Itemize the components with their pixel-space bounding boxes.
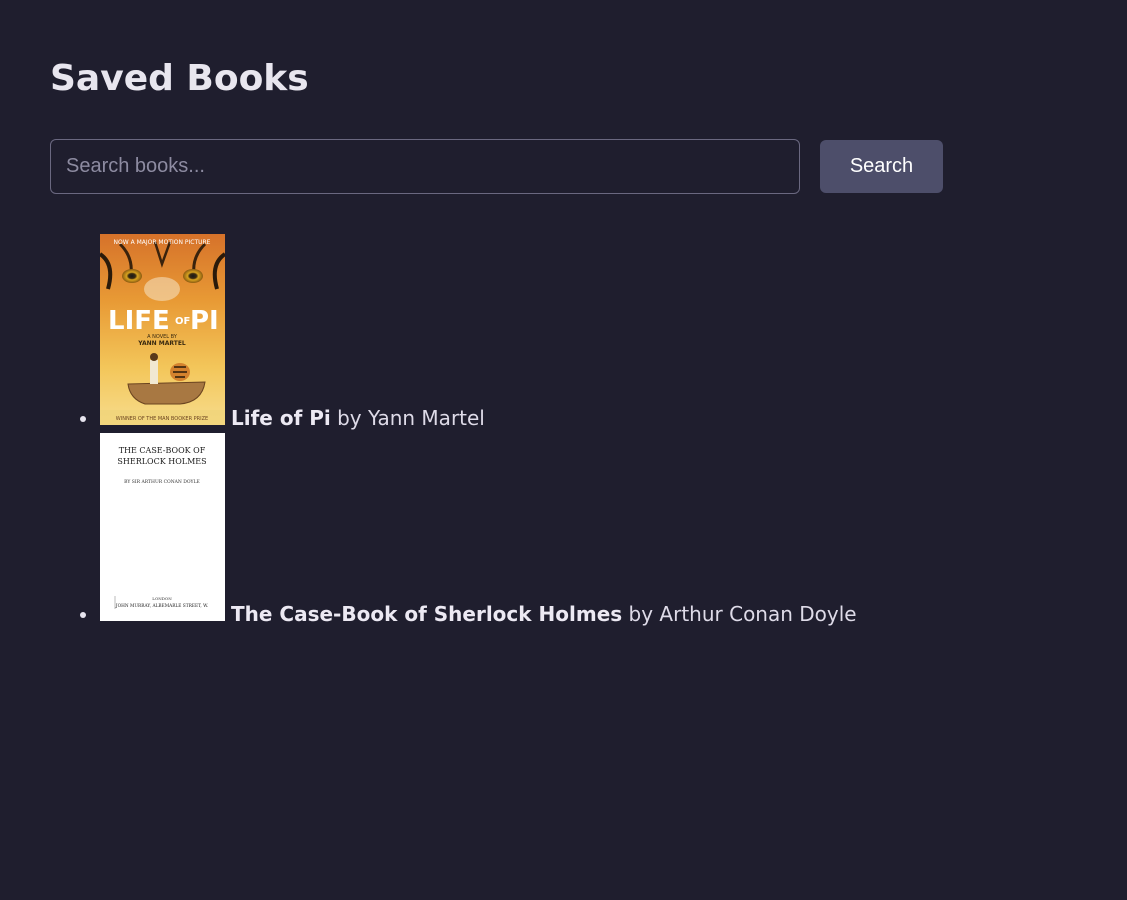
book-by-label: by [337,406,362,430]
svg-text:OF: OF [175,316,190,327]
svg-text:BY SIR ARTHUR CONAN DOYLE: BY SIR ARTHUR CONAN DOYLE [124,479,200,485]
book-author: Yann Martel [368,406,485,430]
svg-text:NOW A MAJOR MOTION PICTURE: NOW A MAJOR MOTION PICTURE [114,239,211,246]
svg-text:JOHN MURRAY, ALBEMARLE STREET,: JOHN MURRAY, ALBEMARLE STREET, W. [115,604,208,609]
list-item: NOW A MAJOR MOTION PICTURE LIFE OF PI A … [80,234,857,428]
book-title-link[interactable]: The Case-Book of Sherlock Holmes [231,602,622,626]
svg-text:WINNER OF THE MAN BOOKER PRIZE: WINNER OF THE MAN BOOKER PRIZE [116,416,208,422]
book-info: Life of Pi by Yann Martel [231,408,485,428]
tiger-eye-icon [183,269,203,283]
book-title-link[interactable]: Life of Pi [231,406,331,430]
page-title: Saved Books [50,58,309,99]
book-cover-life-of-pi[interactable]: NOW A MAJOR MOTION PICTURE LIFE OF PI A … [100,234,225,425]
search-input[interactable] [50,139,800,194]
book-cover-sherlock-holmes[interactable]: THE CASE-BOOK OF SHERLOCK HOLMES BY SIR … [100,433,225,621]
list-item: THE CASE-BOOK OF SHERLOCK HOLMES BY SIR … [80,433,857,624]
tiger-eye-icon [122,269,142,283]
svg-text:YANN MARTEL: YANN MARTEL [137,340,186,347]
book-info: The Case-Book of Sherlock Holmes by Arth… [231,604,857,624]
boat-icon [127,381,206,405]
svg-text:SHERLOCK HOLMES: SHERLOCK HOLMES [117,457,206,466]
book-by-label: by [628,602,654,626]
svg-text:THE CASE-BOOK OF: THE CASE-BOOK OF [119,446,206,455]
search-bar: Search [50,139,943,194]
saved-books-page: Saved Books Search books... Search NOW A… [0,0,1127,900]
book-list: NOW A MAJOR MOTION PICTURE LIFE OF PI A … [50,234,857,629]
svg-text:PI: PI [190,306,219,336]
svg-text:LIFE: LIFE [108,306,170,336]
svg-text:LONDON: LONDON [152,596,172,601]
book-author: Arthur Conan Doyle [659,602,857,626]
search-button[interactable]: Search [820,140,943,193]
